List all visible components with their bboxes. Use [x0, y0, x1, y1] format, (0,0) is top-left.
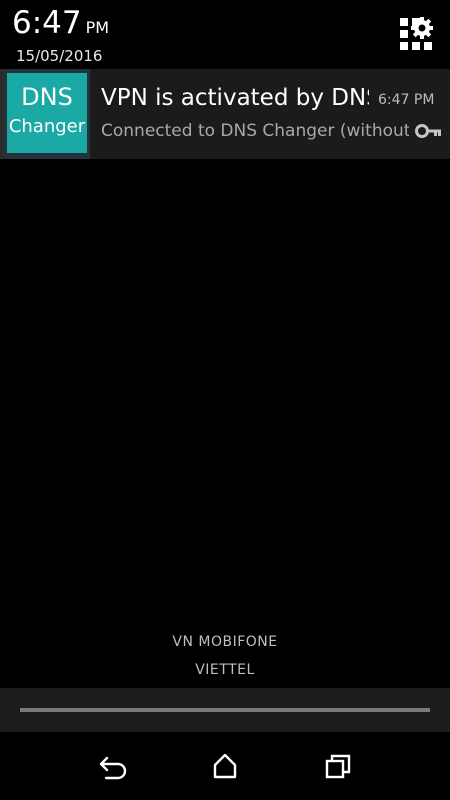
app-icon-label-line2: Changer	[8, 116, 86, 137]
back-arrow-icon	[99, 756, 127, 780]
notification-shade-header: 6:47 PM 15/05/2016	[0, 0, 450, 68]
quick-settings-grid-icon	[400, 17, 433, 50]
app-icon-container: DNS Changer	[3, 69, 90, 159]
notification-text: Connected to DNS Changer (without root)	[101, 121, 409, 141]
quick-settings-button[interactable]	[398, 16, 434, 52]
recents-button[interactable]	[318, 750, 358, 784]
notification-title: VPN is activated by DNS Changer	[101, 85, 369, 111]
home-icon	[213, 753, 237, 779]
notification-time: 6:47 PM	[378, 92, 435, 108]
vpn-notification[interactable]: DNS Changer VPN is activated by DNS Chan…	[0, 69, 450, 159]
drag-handle-line	[20, 708, 430, 712]
carrier-list: VN MOBIFONE VIETTEL	[0, 628, 450, 684]
home-button[interactable]	[205, 750, 245, 784]
clock: 6:47 PM	[12, 4, 109, 47]
key-icon	[415, 124, 441, 138]
clock-ampm: PM	[85, 18, 110, 37]
carrier-name: VIETTEL	[195, 662, 255, 678]
back-button[interactable]	[93, 750, 133, 784]
carrier-name: VN MOBIFONE	[172, 634, 278, 650]
clock-time: 6:47	[12, 5, 82, 41]
recents-icon	[325, 754, 351, 779]
date-label: 15/05/2016	[16, 47, 103, 65]
navigation-bar	[0, 732, 450, 800]
app-icon-label-line1: DNS	[21, 83, 73, 111]
dns-changer-app-icon: DNS Changer	[7, 73, 87, 153]
shade-drag-handle[interactable]	[0, 688, 450, 732]
